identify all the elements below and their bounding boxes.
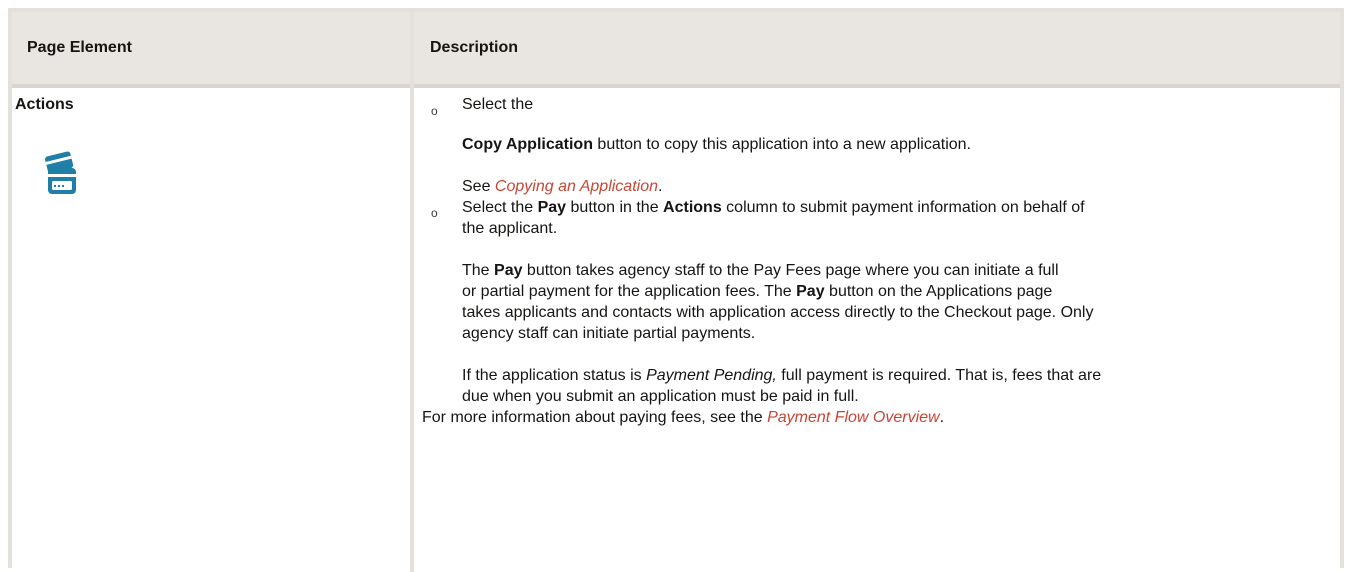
element-name: Actions: [15, 96, 74, 113]
item-1-line-1: Select the: [462, 96, 534, 113]
list-bullet: o: [431, 104, 438, 118]
header-page-element: Page Element: [27, 39, 132, 56]
item-2-line-1: Select the Pay button in the Actions col…: [462, 199, 1085, 216]
pending-paragraph-line-1: If the application status is Payment Pen…: [462, 367, 1102, 384]
table-header-row: Page Element Description: [12, 12, 1340, 88]
page-element-cell: Actions: [15, 96, 74, 114]
pay-paragraph-line-2: or partial payment for the application f…: [462, 283, 1053, 300]
item-2-line-2: the applicant.: [462, 220, 558, 237]
pay-paragraph-line-4: agency staff can initiate partial paymen…: [462, 325, 756, 342]
item-1-see-also: See Copying an Application.: [462, 178, 663, 195]
more-info-line: For more information about paying fees, …: [422, 409, 945, 426]
column-divider: [410, 12, 414, 572]
payment-flow-overview-link[interactable]: Payment Flow Overview: [767, 409, 940, 426]
pending-paragraph-line-2: due when you submit an application must …: [462, 388, 859, 405]
pay-paragraph-line-1: The Pay button takes agency staff to the…: [462, 262, 1059, 279]
copy-application-label: Copy Application: [462, 136, 593, 153]
item-1-line-2: Copy Application button to copy this app…: [462, 136, 971, 153]
header-description: Description: [430, 39, 519, 56]
pay-paragraph-line-3: takes applicants and contacts with appli…: [462, 304, 1094, 321]
credit-card-pay-icon: [45, 151, 76, 194]
copying-application-link[interactable]: Copying an Application: [495, 178, 658, 195]
list-bullet: o: [431, 206, 438, 220]
